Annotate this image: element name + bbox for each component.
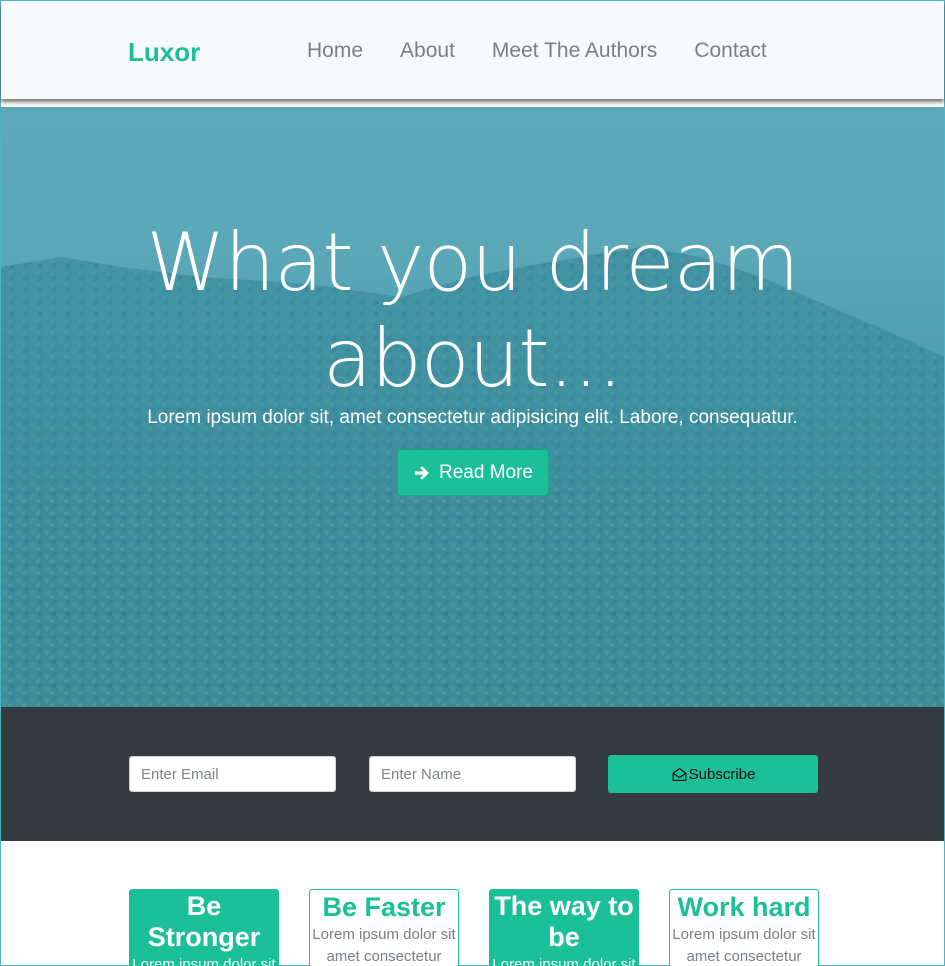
card-title: Work hard [677,892,811,922]
nav-link-contact[interactable]: Contact [694,39,766,63]
card-title: Be Faster [322,892,446,922]
subscribe-button[interactable]: Subscribe [608,755,818,793]
brand-logo[interactable]: Luxor [128,37,200,68]
card-be-faster: Be Faster Lorem ipsum dolor sit amet con… [309,889,459,966]
card-text: Lorem ipsum dolor sit amet consectetur [312,926,456,965]
nav-link-authors[interactable]: Meet The Authors [492,39,657,63]
email-input[interactable] [129,756,336,792]
feature-cards: Be Stronger Lorem ipsum dolor sit amet c… [1,841,944,966]
nav-link-home[interactable]: Home [307,39,363,63]
read-more-button[interactable]: Read More [397,449,549,496]
read-more-label: Read More [439,461,533,483]
card-text: Lorem ipsum dolor sit amet consectetur [492,956,636,966]
arrow-right-icon [414,465,429,480]
name-input[interactable] [369,756,576,792]
envelope-open-icon [672,767,687,781]
hero-section: What you dream about... Lorem ipsum dolo… [1,107,944,707]
subscribe-label: Subscribe [688,765,756,783]
card-work-hard: Work hard Lorem ipsum dolor sit amet con… [669,889,819,966]
card-be-stronger: Be Stronger Lorem ipsum dolor sit amet c… [129,889,279,966]
hero-subtitle: Lorem ipsum dolor sit, amet consectetur … [147,407,798,428]
card-the-way-to-be: The way to be Lorem ipsum dolor sit amet… [489,889,639,966]
nav-link-about[interactable]: About [400,39,455,63]
card-text: Lorem ipsum dolor sit amet consectetur [132,956,276,966]
card-title: Be Stronger [147,891,261,952]
card-text: Lorem ipsum dolor sit amet consectetur [672,926,816,965]
hero-title: What you dream about... [146,216,799,405]
card-title: The way to be [494,891,634,952]
nav-links: Home About Meet The Authors Contact [307,39,804,63]
subscribe-section: Subscribe [1,707,944,841]
navbar: Luxor Home About Meet The Authors Contac… [1,1,944,99]
